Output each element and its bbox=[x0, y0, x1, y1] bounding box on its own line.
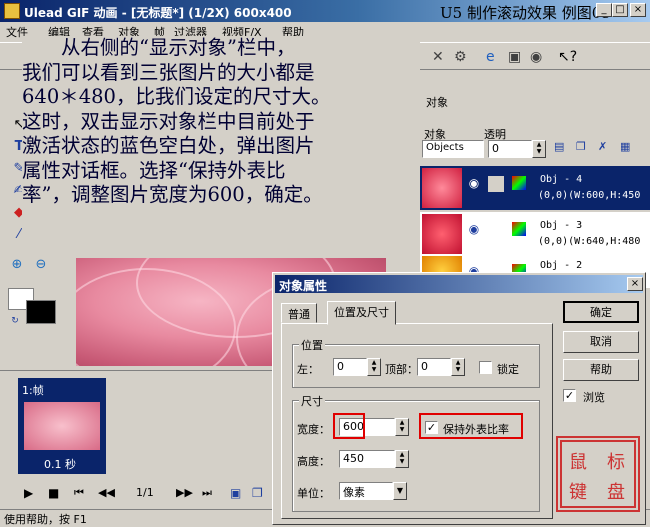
lock-label: 锁定 bbox=[497, 363, 519, 376]
height-field[interactable]: 450 bbox=[339, 450, 395, 468]
left-field[interactable]: 0 bbox=[333, 358, 367, 376]
keep-ratio-highlight bbox=[419, 413, 523, 439]
height-spinner[interactable]: ▲ ▼ bbox=[395, 450, 409, 468]
seal-stamp: 鼠 标 键 盘 bbox=[556, 436, 640, 512]
help-cursor-icon[interactable]: ↖? bbox=[558, 49, 577, 65]
object-thumbnail bbox=[422, 168, 462, 208]
unit-select[interactable]: 像素 bbox=[339, 482, 393, 500]
ok-button[interactable]: 确定 bbox=[563, 301, 639, 323]
frame-image bbox=[24, 402, 100, 450]
dialog-title: 对象属性 bbox=[275, 275, 643, 293]
instruction-line: 激活状态的蓝色空白处，弹出图片 bbox=[22, 134, 315, 157]
add-frame-icon[interactable]: ▣ bbox=[230, 486, 241, 500]
opacity-field[interactable]: 0 bbox=[488, 140, 532, 158]
palette-icon bbox=[512, 176, 526, 190]
left-spinner[interactable]: ▲ ▼ bbox=[367, 358, 381, 376]
tab-page: 位置 左： 0 ▲ ▼ 顶部： 0 ▲ ▼ 锁定 尺寸 宽度： 600 ▲ ▼ ✓ 保… bbox=[281, 323, 553, 519]
dialog-close-icon[interactable]: × bbox=[627, 277, 643, 291]
top-spinner[interactable]: ▲ ▼ bbox=[451, 358, 465, 376]
minimize-icon[interactable]: _ bbox=[596, 3, 612, 17]
tab-position-size[interactable]: 位置及尺寸 bbox=[327, 301, 396, 325]
width-spinner[interactable]: ▲ ▼ bbox=[395, 418, 409, 436]
size-group-title: 尺寸 bbox=[299, 393, 325, 409]
object-name: Obj - 4 bbox=[540, 174, 583, 185]
play-icon[interactable]: ▶ bbox=[24, 486, 33, 500]
object-panel: 对象 对象 透明 Objects 0 ▲ ▼ ▤ ❐ ✗ ▦ ◉ Obj - 4 … bbox=[420, 88, 650, 288]
visibility-eye-icon[interactable]: ◉ bbox=[466, 176, 482, 192]
unit-dropdown-icon[interactable]: ▼ bbox=[393, 482, 407, 500]
unit-label: 单位： bbox=[297, 487, 330, 500]
delete-icon[interactable]: ✕ bbox=[432, 49, 448, 65]
zoom-out-icon[interactable]: ⊖ bbox=[32, 256, 50, 274]
swap-colors-icon[interactable]: ↻ bbox=[6, 312, 24, 330]
instruction-line: 这时，双击显示对象栏中目前处于 bbox=[22, 109, 315, 133]
object-row[interactable]: ◉ Obj - 4 (0,0)(W:600,H:450 bbox=[420, 166, 650, 210]
palette-icon bbox=[512, 222, 526, 236]
lock-checkbox[interactable] bbox=[479, 361, 492, 374]
last-frame-icon[interactable]: ⏭ bbox=[202, 486, 212, 500]
window-title: Ulead GIF 动画 - [无标题*] (1/2X) 600x400 bbox=[24, 6, 292, 20]
zoom-in-icon[interactable]: ⊕ bbox=[8, 256, 26, 274]
stop-icon[interactable]: ■ bbox=[48, 486, 59, 500]
cancel-button[interactable]: 取消 bbox=[563, 331, 639, 353]
svg-text:标: 标 bbox=[607, 452, 625, 473]
position-group: 位置 左： 0 ▲ ▼ 顶部： 0 ▲ ▼ 锁定 bbox=[292, 337, 540, 388]
next-frame-icon[interactable]: ▶▶ bbox=[176, 486, 193, 499]
close-icon[interactable]: × bbox=[630, 3, 646, 17]
background-color-swatch[interactable] bbox=[26, 300, 56, 324]
duplicate-frame-icon[interactable]: ❐ bbox=[252, 486, 263, 500]
web-icon[interactable]: ◉ bbox=[530, 49, 546, 65]
instruction-line: 从右侧的“显示对象”栏中， bbox=[22, 36, 296, 59]
tools-icon[interactable]: ⚙ bbox=[454, 49, 470, 65]
app-icon bbox=[4, 3, 20, 19]
visibility-eye-icon[interactable]: ◉ bbox=[466, 222, 482, 238]
prev-frame-icon[interactable]: ◀◀ bbox=[98, 486, 115, 499]
top-label: 顶部： bbox=[385, 363, 418, 376]
first-frame-icon[interactable]: ⏮ bbox=[74, 486, 84, 500]
frame-thumbnail[interactable]: 1:帧 0.1 秒 bbox=[18, 378, 106, 474]
frame-label: 1:帧 bbox=[22, 384, 44, 397]
maximize-icon[interactable]: □ bbox=[612, 3, 628, 17]
browse-label: 浏览 bbox=[583, 391, 605, 404]
playback-controls: ▶ ■ ⏮ ◀◀ 1/1 ▶▶ ⏭ ▣ ❐ bbox=[6, 484, 270, 504]
svg-text:键: 键 bbox=[569, 482, 587, 503]
opacity-spinner[interactable]: ▲ ▼ bbox=[532, 140, 546, 158]
object-panel-header: 对象 bbox=[426, 96, 448, 109]
object-row[interactable]: ◉ Obj - 3 (0,0)(W:640,H:480 bbox=[420, 212, 650, 256]
lesson-title: U5 制作滚动效果 例图05 bbox=[440, 4, 611, 22]
browser-icon[interactable]: e bbox=[486, 49, 502, 65]
svg-text:盘: 盘 bbox=[607, 482, 625, 503]
instruction-line: 我们可以看到三张图片的大小都是 bbox=[22, 60, 315, 84]
help-button[interactable]: 帮助 bbox=[563, 359, 639, 381]
tab-general[interactable]: 普通 bbox=[281, 303, 317, 323]
object-select[interactable]: Objects bbox=[422, 140, 484, 158]
position-group-title: 位置 bbox=[299, 337, 325, 353]
instruction-line: 属性对话框。选择“保持外表比 bbox=[22, 158, 286, 182]
object-info: (0,0)(W:600,H:450 bbox=[538, 190, 641, 201]
svg-text:鼠: 鼠 bbox=[569, 452, 587, 473]
object-info: (0,0)(W:640,H:480 bbox=[538, 236, 641, 247]
object-name: Obj - 2 bbox=[540, 260, 583, 271]
height-label: 高度： bbox=[297, 455, 330, 468]
lock-slot[interactable] bbox=[488, 176, 504, 192]
optimize-icon[interactable]: ▣ bbox=[508, 49, 524, 65]
width-label: 宽度： bbox=[297, 423, 330, 436]
frame-counter: 1/1 bbox=[136, 486, 154, 499]
instruction-text: 从右侧的“显示对象”栏中， 我们可以看到三张图片的大小都是 640＊480，比我… bbox=[22, 36, 420, 258]
frame-time: 0.1 秒 bbox=[44, 458, 76, 471]
instruction-line: 640＊480，比我们设定的尺寸大。 bbox=[22, 85, 331, 108]
top-field[interactable]: 0 bbox=[417, 358, 451, 376]
instruction-line: 率”，调整图片宽度为600，确定。 bbox=[22, 183, 323, 206]
delete-object-icon[interactable]: ✗ bbox=[598, 140, 614, 156]
object-properties-icon[interactable]: ▦ bbox=[620, 140, 636, 156]
width-highlight bbox=[333, 413, 365, 439]
left-label: 左： bbox=[297, 363, 319, 376]
title-bar: Ulead GIF 动画 - [无标题*] (1/2X) 600x400 U5 … bbox=[0, 0, 650, 22]
object-name: Obj - 3 bbox=[540, 220, 583, 231]
object-thumbnail bbox=[422, 214, 462, 254]
duplicate-object-icon[interactable]: ❐ bbox=[576, 140, 592, 156]
browse-checkbox[interactable]: ✓ bbox=[563, 389, 576, 402]
size-group: 尺寸 宽度： 600 ▲ ▼ ✓ 保持外表比率 高度： 450 ▲ ▼ 单位： 像素… bbox=[292, 393, 540, 512]
new-object-icon[interactable]: ▤ bbox=[554, 140, 570, 156]
